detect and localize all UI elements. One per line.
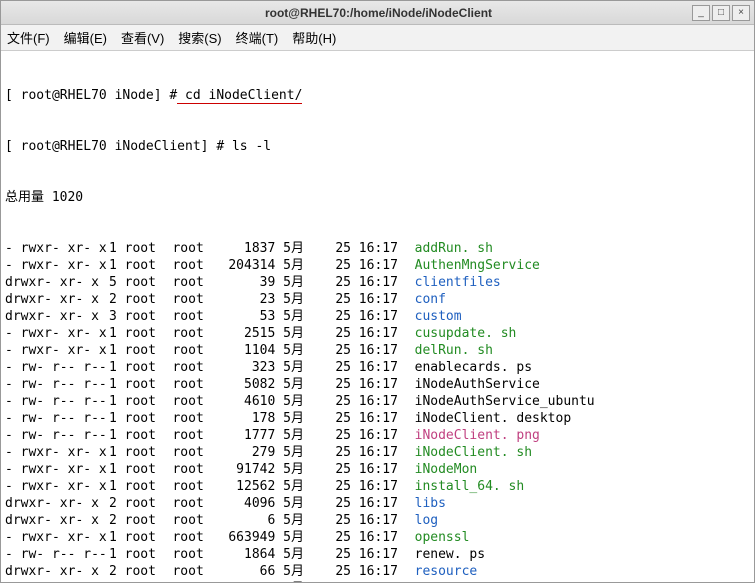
cmd-cd: cd iNodeClient/ <box>177 88 302 104</box>
file-row: - rw- r-- r-- 1 root root 178 5月 25 16:1… <box>5 410 750 427</box>
minimize-button[interactable]: _ <box>692 5 710 21</box>
file-name: delRun. sh <box>415 343 493 358</box>
window-controls: _ □ × <box>692 5 750 21</box>
file-name: clientfiles <box>415 275 501 290</box>
file-row: drwxr- xr- x 5 root root 39 5月 25 16:17 … <box>5 274 750 291</box>
total-line: 总用量 1020 <box>5 189 750 206</box>
menu-file[interactable]: 文件(F) <box>7 28 50 47</box>
file-row: - rw- r-- r-- 1 root root 1777 5月 25 16:… <box>5 427 750 444</box>
file-name: iNodeClient. png <box>415 428 540 443</box>
file-name: iNodeAuthService <box>415 377 540 392</box>
file-row: - rwxr- xr- x 1 root root 1837 5月 25 16:… <box>5 240 750 257</box>
file-name: openssl <box>415 530 470 545</box>
menu-view[interactable]: 查看(V) <box>121 28 164 47</box>
file-name: iNodeClient. desktop <box>415 411 572 426</box>
file-name: log <box>415 513 438 528</box>
file-name: renew. ps <box>415 547 485 562</box>
file-name: cusupdate. sh <box>415 326 517 341</box>
file-row: drwxr- xr- x 3 root root 53 5月 25 16:17 … <box>5 308 750 325</box>
prompt-line-2: [ root@RHEL70 iNodeClient] # ls -l <box>5 138 750 155</box>
file-name: enablecards. ps <box>415 360 532 375</box>
file-name: resource <box>415 564 478 579</box>
terminal-window: root@RHEL70:/home/iNode/iNodeClient _ □ … <box>0 0 755 583</box>
file-row: - rw- r-- r-- 1 root root 4610 5月 25 16:… <box>5 393 750 410</box>
file-row: - rwxr- xr- x 1 root root 204314 5月 25 1… <box>5 257 750 274</box>
file-name: iNodeMon <box>415 462 478 477</box>
file-row: - rwxr- xr- x 1 root root 663949 5月 25 1… <box>5 529 750 546</box>
file-row: - rw- r-- r-- 1 root root 323 5月 25 16:1… <box>5 359 750 376</box>
file-name: conf <box>415 292 446 307</box>
file-name: iNodeAuthService_ubuntu <box>415 394 595 409</box>
menu-edit[interactable]: 编辑(E) <box>64 28 107 47</box>
file-row: drwxr- xr- x 2 root root 66 5月 25 16:17 … <box>5 563 750 580</box>
file-name: custom <box>415 309 462 324</box>
file-row: - rw- r-- r-- 1 root root 5082 5月 25 16:… <box>5 376 750 393</box>
maximize-button[interactable]: □ <box>712 5 730 21</box>
file-name: libs <box>415 496 446 511</box>
file-row: - rwxr- xr- x 1 root root 1104 5月 25 16:… <box>5 342 750 359</box>
file-name: addRun. sh <box>415 241 493 256</box>
file-row: drwxr- xr- x 2 root root 23 5月 25 16:17 … <box>5 291 750 308</box>
file-row: drwxr- xr- x 2 root root 4096 5月 25 16:1… <box>5 495 750 512</box>
file-name: iNodeClient. sh <box>415 445 532 460</box>
file-name: AuthenMngService <box>415 258 540 273</box>
file-name: install_64. sh <box>415 479 525 494</box>
file-row: - rwxr- xr- x 1 root root 91742 5月 25 16… <box>5 461 750 478</box>
menubar: 文件(F) 编辑(E) 查看(V) 搜索(S) 终端(T) 帮助(H) <box>1 25 754 51</box>
file-row: - rwxr- xr- x 1 root root 2120 5月 25 16:… <box>5 580 750 582</box>
close-button[interactable]: × <box>732 5 750 21</box>
file-row: - rwxr- xr- x 1 root root 2515 5月 25 16:… <box>5 325 750 342</box>
file-row: - rwxr- xr- x 1 root root 12562 5月 25 16… <box>5 478 750 495</box>
menu-terminal[interactable]: 终端(T) <box>236 28 279 47</box>
file-row: drwxr- xr- x 2 root root 6 5月 25 16:17 l… <box>5 512 750 529</box>
window-title: root@RHEL70:/home/iNode/iNodeClient <box>65 6 692 20</box>
file-row: - rwxr- xr- x 1 root root 279 5月 25 16:1… <box>5 444 750 461</box>
file-list: - rwxr- xr- x 1 root root 1837 5月 25 16:… <box>5 240 750 582</box>
titlebar: root@RHEL70:/home/iNode/iNodeClient _ □ … <box>1 1 754 25</box>
file-row: - rw- r-- r-- 1 root root 1864 5月 25 16:… <box>5 546 750 563</box>
menu-search[interactable]: 搜索(S) <box>178 28 221 47</box>
prompt-line-1: [ root@RHEL70 iNode] # cd iNodeClient/ <box>5 87 750 104</box>
file-name: uninstall. sh <box>415 581 517 582</box>
terminal-area[interactable]: [ root@RHEL70 iNode] # cd iNodeClient/ [… <box>1 51 754 582</box>
menu-help[interactable]: 帮助(H) <box>292 28 336 47</box>
